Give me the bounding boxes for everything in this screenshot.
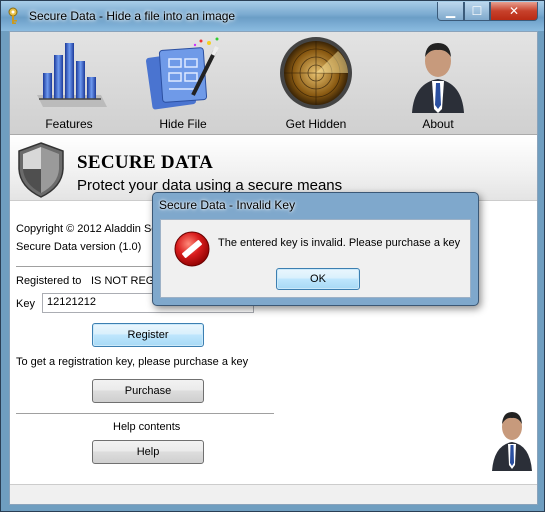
minimize-icon: ▁ bbox=[445, 4, 456, 18]
minimize-button[interactable]: ▁ bbox=[437, 2, 464, 21]
help-heading: Help contents bbox=[113, 421, 181, 433]
toolbar-item-about[interactable]: About bbox=[378, 32, 498, 135]
toolbar-item-hide-file[interactable]: Hide File bbox=[123, 32, 243, 135]
main-window: Secure Data - Hide a file into an image … bbox=[0, 0, 545, 512]
toolbar-item-features[interactable]: Features bbox=[10, 32, 129, 135]
dialog-title: Secure Data - Invalid Key bbox=[159, 198, 296, 212]
toolbar: Features Hide File Get Hidden About bbox=[10, 32, 537, 135]
purchase-hint: To get a registration key, please purcha… bbox=[16, 356, 249, 368]
status-bar bbox=[10, 484, 537, 504]
copyright-text: Copyright © 2012 Aladdin Sc bbox=[16, 223, 157, 235]
window-title: Secure Data - Hide a file into an image bbox=[29, 9, 236, 23]
toolbar-item-label: Get Hidden bbox=[285, 117, 347, 131]
close-button[interactable]: ✕ bbox=[490, 2, 538, 21]
magic-wand-image-icon bbox=[145, 37, 219, 110]
app-key-icon bbox=[8, 7, 18, 24]
banner-title: SECURE DATA bbox=[77, 152, 214, 173]
title-bar[interactable]: Secure Data - Hide a file into an image … bbox=[1, 1, 544, 31]
stop-error-icon bbox=[174, 231, 210, 267]
toolbar-item-label: About bbox=[422, 117, 454, 131]
toolbar-item-label: Features bbox=[45, 117, 93, 131]
dialog-message: The entered key is invalid. Please purch… bbox=[218, 237, 461, 249]
version-text: Secure Data version (1.0) bbox=[16, 241, 142, 253]
register-button[interactable]: Register bbox=[92, 323, 204, 347]
purchase-button[interactable]: Purchase bbox=[92, 379, 204, 403]
help-button[interactable]: Help bbox=[92, 440, 204, 464]
close-icon: ✕ bbox=[508, 4, 520, 18]
invalid-key-dialog: Secure Data - Invalid Key The entered ke… bbox=[152, 192, 479, 306]
radar-icon bbox=[280, 37, 352, 109]
divider bbox=[16, 413, 274, 414]
maximize-button[interactable]: ☐ bbox=[464, 2, 490, 21]
maximize-icon: ☐ bbox=[471, 4, 483, 18]
bar-chart-icon bbox=[37, 43, 107, 107]
shield-icon bbox=[18, 142, 64, 198]
ok-button[interactable]: OK bbox=[276, 268, 360, 290]
registered-value: IS NOT REGI bbox=[91, 275, 158, 287]
toolbar-item-get-hidden[interactable]: Get Hidden bbox=[256, 32, 376, 135]
businessman-icon bbox=[492, 412, 532, 471]
businessman-icon bbox=[412, 43, 464, 113]
toolbar-item-label: Hide File bbox=[159, 117, 207, 131]
key-label: Key bbox=[16, 298, 35, 310]
dialog-body: The entered key is invalid. Please purch… bbox=[160, 219, 471, 298]
registered-label: Registered to bbox=[16, 275, 82, 287]
